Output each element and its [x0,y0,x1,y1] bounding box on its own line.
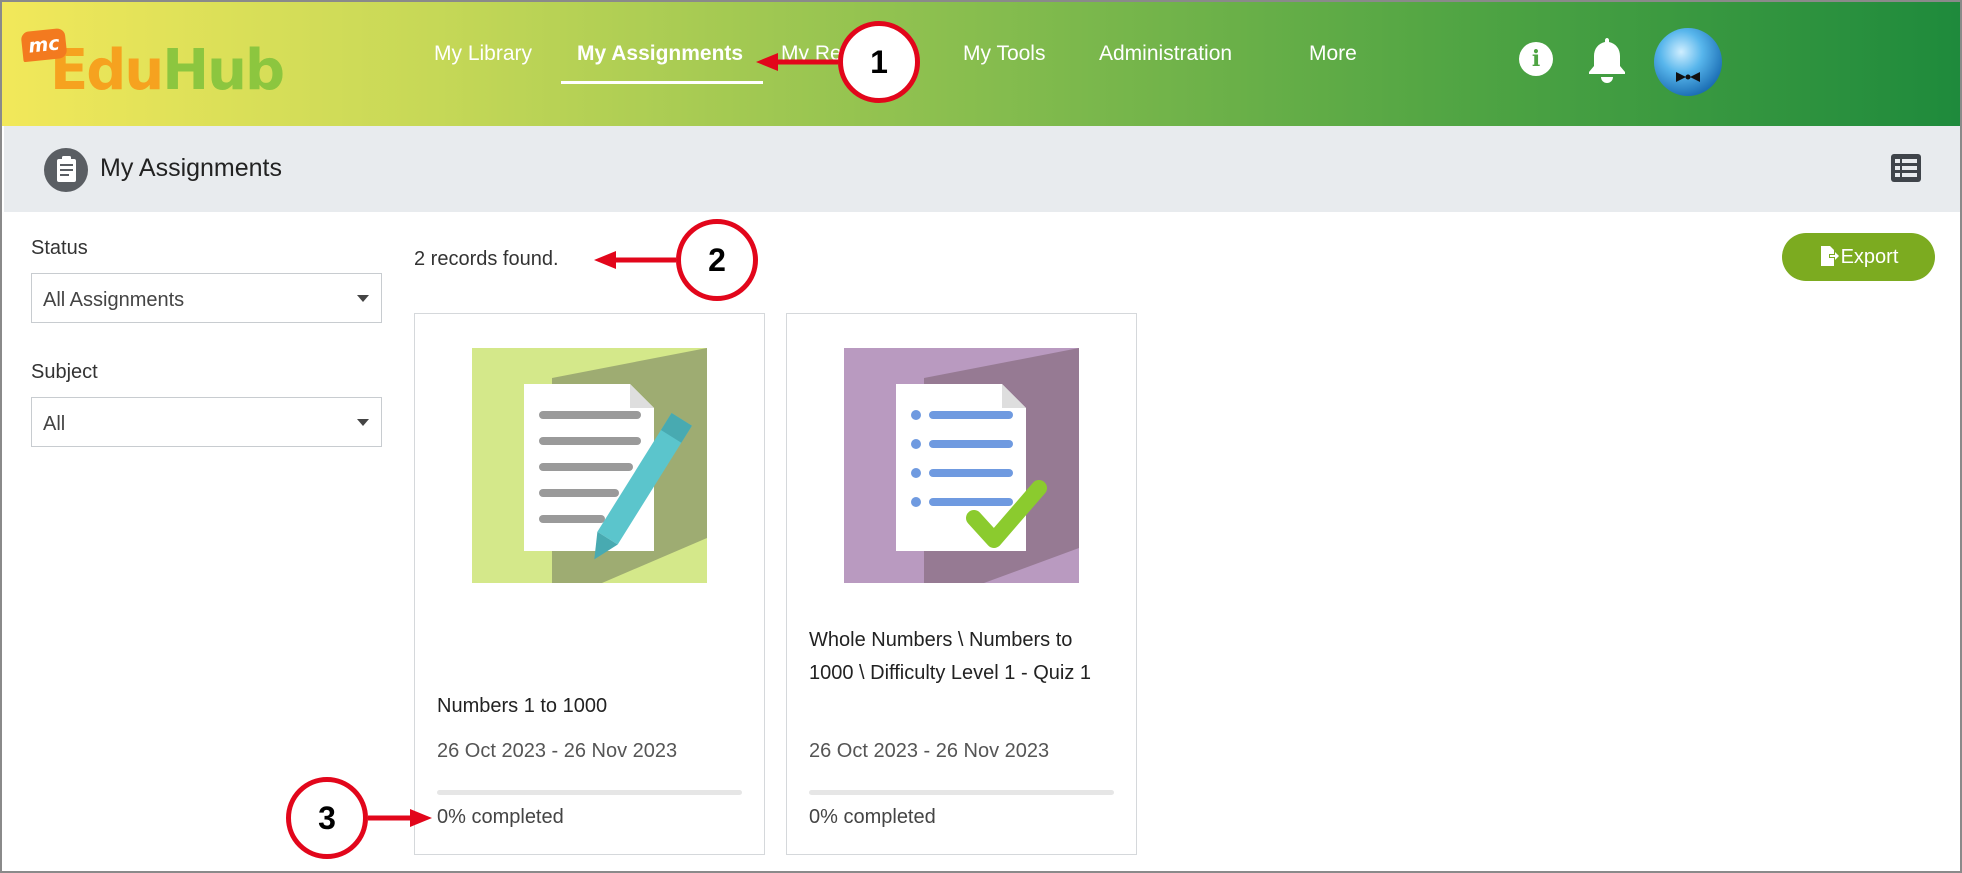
callout-arrow [368,809,432,827]
document-pen-icon [472,348,707,583]
nav-more[interactable]: More [1309,42,1357,66]
status-select[interactable]: All Assignments [31,273,382,323]
chevron-down-icon [357,295,369,302]
callout-3: 3 [286,777,368,859]
nav-my-assignments[interactable]: My Assignments [577,42,743,66]
assignment-title[interactable]: Numbers 1 to 1000 [437,690,737,723]
assignment-title[interactable]: Whole Numbers \ Numbers to 1000 \ Diffic… [809,624,1109,690]
eduhub-logo[interactable]: EduHub mc [20,24,285,104]
callout-1: 1 [838,21,920,103]
assignment-dates: 26 Oct 2023 - 26 Nov 2023 [437,740,678,762]
nav-my-tools[interactable]: My Tools [963,42,1045,66]
bell-icon[interactable] [1585,35,1629,83]
status-select-value: All Assignments [43,289,185,311]
assignment-card[interactable]: Numbers 1 to 1000 26 Oct 2023 - 26 Nov 2… [414,313,765,855]
export-button-label: Export [1840,246,1899,268]
status-filter-label: Status [31,237,88,259]
page-header-bar: My Assignments [4,126,1960,212]
callout-arrow [594,251,676,269]
records-count: 2 records found. [414,248,559,270]
checklist-document-icon [844,348,1079,583]
assignments-icon [44,148,88,192]
subject-select-value: All [43,413,66,435]
user-avatar[interactable] [1654,28,1722,96]
active-nav-underline [561,81,763,84]
logo-wordmark: EduHub [50,38,285,103]
callout-2: 2 [676,219,758,301]
list-view-icon[interactable] [1890,153,1922,183]
bowtie-icon [1676,72,1700,82]
progress-bar [437,790,742,795]
export-icon [1820,246,1839,266]
assignment-dates: 26 Oct 2023 - 26 Nov 2023 [809,740,1050,762]
completion-status: 0% completed [437,806,564,828]
top-nav-bar: EduHub mc My Library My Assignments My R… [2,2,1960,126]
progress-bar [809,790,1114,795]
logo-badge: mc [20,27,68,63]
page-title: My Assignments [100,154,283,182]
nav-my-library[interactable]: My Library [434,42,532,66]
assignment-card[interactable]: Whole Numbers \ Numbers to 1000 \ Diffic… [786,313,1137,855]
info-icon[interactable]: i [1519,42,1553,76]
nav-administration[interactable]: Administration [1099,42,1232,66]
completion-status: 0% completed [809,806,936,828]
export-button[interactable]: Export [1782,233,1935,281]
chevron-down-icon [357,419,369,426]
app-window: EduHub mc My Library My Assignments My R… [0,0,1962,873]
subject-filter-label: Subject [31,361,98,383]
subject-select[interactable]: All [31,397,382,447]
callout-arrow [756,53,838,71]
